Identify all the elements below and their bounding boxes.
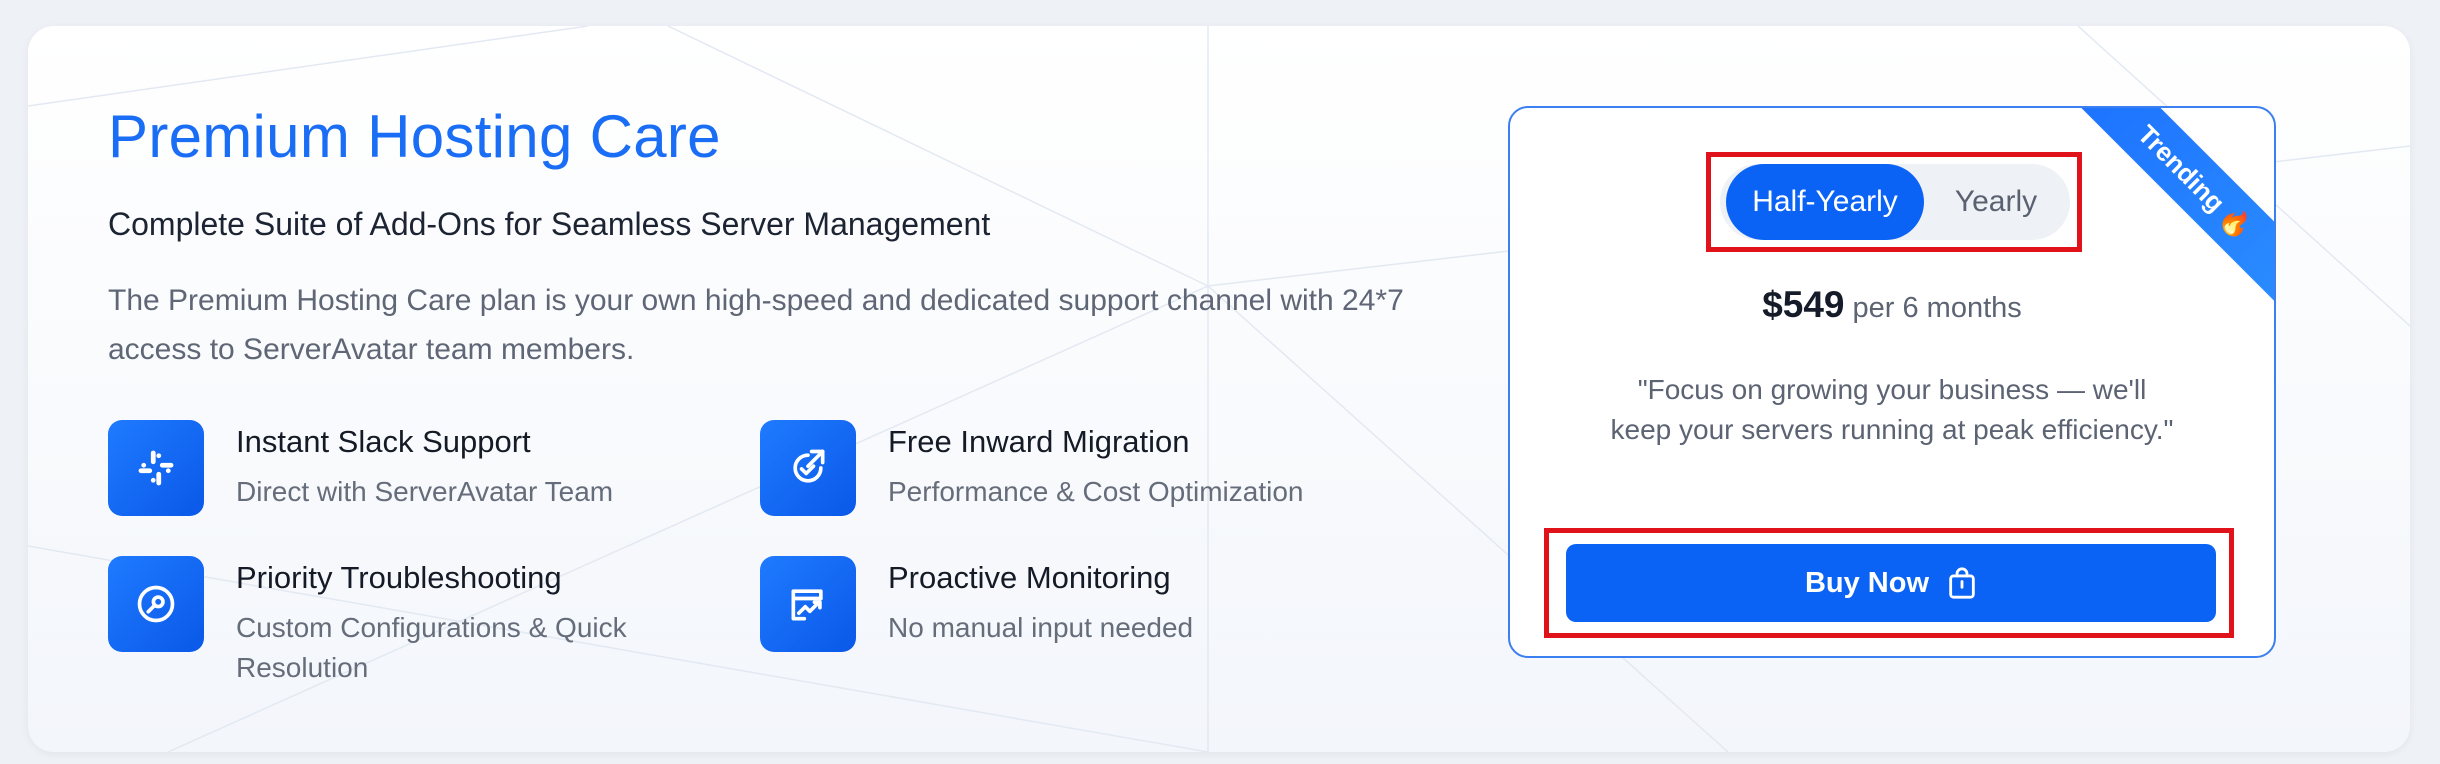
toggle-option-yearly[interactable]: Yearly (1926, 164, 2066, 240)
ribbon-label: Trending (2132, 118, 2232, 218)
feature-proactive-monitoring: Proactive Monitoring No manual input nee… (760, 556, 1320, 666)
price-display: $549 per 6 months (1510, 284, 2274, 326)
plan-description: The Premium Hosting Care plan is your ow… (108, 284, 1404, 366)
slack-icon (108, 420, 204, 516)
migration-icon (760, 420, 856, 516)
page-title: Premium Hosting Care (108, 103, 721, 170)
wrench-icon (108, 556, 204, 652)
feature-priority-troubleshooting: Priority Troubleshooting Custom Configur… (108, 556, 668, 706)
feature-subtitle: Custom Configurations & Quick Resolution (236, 612, 627, 683)
buy-now-label: Buy Now (1804, 566, 1930, 599)
page-subtitle: Complete Suite of Add-Ons for Seamless S… (108, 206, 991, 242)
feature-title: Free Inward Migration (888, 424, 1190, 459)
pricing-card: Trending 🔥 Half-Yearly Yearly $549 per 6 … (1508, 106, 2276, 658)
fire-icon: 🔥 (2214, 200, 2259, 245)
feature-subtitle: Direct with ServerAvatar Team (236, 476, 614, 507)
feature-title: Instant Slack Support (236, 424, 531, 459)
buy-now-button[interactable]: Buy Now (1566, 544, 2216, 622)
premium-hosting-care-card: Premium Hosting Care Complete Suite of A… (28, 26, 2410, 752)
price-amount: $549 (1762, 284, 1845, 325)
feature-title: Priority Troubleshooting (236, 560, 562, 595)
feature-inward-migration: Free Inward Migration Performance & Cost… (760, 420, 1380, 530)
toggle-option-half-yearly[interactable]: Half-Yearly (1726, 164, 1924, 240)
feature-title: Proactive Monitoring (888, 560, 1171, 595)
feature-subtitle: Performance & Cost Optimization (888, 476, 1304, 507)
monitoring-chart-icon (760, 556, 856, 652)
feature-slack-support: Instant Slack Support Direct with Server… (108, 420, 668, 530)
billing-period-toggle: Half-Yearly Yearly (1720, 164, 2070, 240)
price-period: per 6 months (1852, 292, 2022, 324)
feature-subtitle: No manual input needed (888, 612, 1194, 643)
shopping-bag-icon (1949, 567, 1975, 599)
trending-ribbon: Trending 🔥 (2072, 108, 2274, 305)
plan-quote: "Focus on growing your business — we'll … (1610, 374, 2174, 445)
